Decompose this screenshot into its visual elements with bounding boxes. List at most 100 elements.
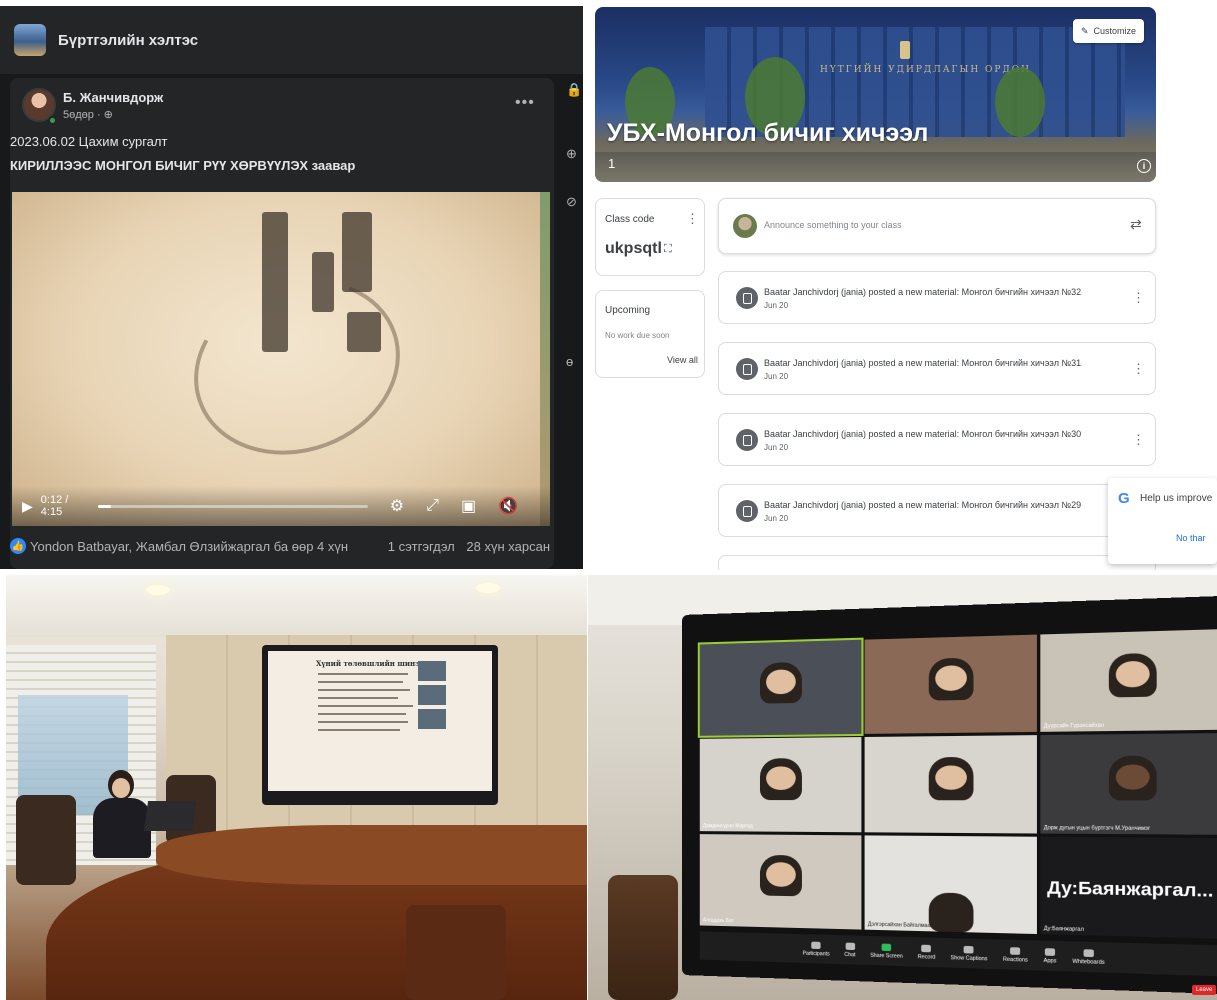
like-icon[interactable]: 👍 [10, 538, 26, 554]
zoom-meeting-photo: Дуурсайн Гүрэнсайхан Дамдинсүрэн Маргад … [588, 575, 1217, 1000]
stream-post[interactable]: Baatar Janchivdorj (jania) posted a new … [718, 342, 1156, 395]
feedback-no-button[interactable]: No thar [1176, 533, 1206, 543]
class-title: УБХ-Монгол бичиг хичээл [607, 119, 929, 147]
toolbar-label: Whiteboards [1072, 958, 1105, 966]
play-icon[interactable]: ▶ [22, 498, 33, 515]
announce-placeholder[interactable]: Announce something to your class [764, 220, 902, 230]
group-title[interactable]: Бүртгэлийн хэлтэс [58, 32, 198, 49]
side-strip: 🔒 ⊕ ⊘ ө [563, 74, 583, 569]
repost-icon[interactable]: ⇄ [1130, 216, 1142, 233]
volume-mute-icon[interactable]: 🔇 [498, 496, 518, 516]
presentation-screen: Хүний төлөвшлийн шинэчлэл [262, 645, 498, 805]
upcoming-card: Upcoming No work due soon View all [595, 290, 705, 378]
slide-text-line [318, 721, 408, 723]
display-screen: Дуурсайн Гүрэнсайхан Дамдинсүрэн Маргад … [682, 594, 1217, 996]
post-counts: 1 сэтгэгдэл 28 хүн харсан [380, 539, 550, 554]
video-thumbnail [418, 661, 446, 681]
video-tile[interactable]: Дорж дугын уцын бүртгэгч М.Уранчимэг [1040, 733, 1217, 835]
announce-box[interactable]: Announce something to your class ⇄ [718, 198, 1156, 254]
video-frame-swirl [169, 251, 425, 483]
lock-icon: 🔒 [566, 82, 583, 97]
video-controls: ▶ 0:12 / 4:15 ⚙ ⤢ ▣ 🔇 [12, 486, 550, 526]
feedback-text: Help us improve [1140, 493, 1213, 504]
comments-count[interactable]: 1 сэтгэгдэл [388, 539, 455, 554]
person-face [112, 778, 130, 798]
share-screen-button[interactable]: Share Screen [870, 943, 903, 959]
class-banner: НҮТГИЙН УДИРДЛАГЫН ОРДОН ✎ Customize УБХ… [595, 7, 1156, 182]
video-thumbnail [418, 685, 446, 705]
ceiling-light [146, 585, 170, 595]
more-options-icon[interactable]: ••• [515, 94, 535, 112]
post-card: Б. Жанчивдорж 5өдөр · ⊕ ••• 2023.06.02 Ц… [10, 78, 554, 569]
apps-button[interactable]: Apps [1043, 947, 1057, 965]
group-avatar[interactable] [14, 24, 46, 56]
more-vert-icon[interactable]: ⋮ [1132, 432, 1145, 448]
video-progress-bar[interactable] [97, 504, 368, 508]
class-section: 1 [608, 156, 616, 171]
post-author[interactable]: Б. Жанчивдорж [63, 90, 163, 105]
photo-collage: Бүртгэлийн хэлтэс 🔒 ⊕ ⊘ ө Б. Жанчивдорж … [0, 0, 1217, 1000]
slide-text-line [318, 729, 400, 731]
slide-text-line [318, 681, 403, 683]
tile-label: Алгадахь Бат [702, 917, 734, 925]
stream-post-partial [718, 555, 1156, 570]
toolbar-label: Reactions [1002, 956, 1028, 964]
material-icon [736, 500, 758, 522]
video-tile[interactable] [864, 735, 1037, 834]
more-vert-icon[interactable]: ⋮ [686, 211, 699, 227]
more-vert-icon[interactable]: ⋮ [1132, 290, 1145, 306]
video-tile[interactable] [697, 637, 864, 739]
toolbar-label: Apps [1043, 957, 1057, 965]
participants-button[interactable]: Participants [803, 941, 830, 957]
room-ceiling [6, 575, 587, 637]
customize-label: Customize [1093, 26, 1137, 36]
stream-post[interactable]: Baatar Janchivdorj (jania) posted a new … [718, 484, 1156, 537]
video-time: 0:12 / 4:15 [40, 494, 69, 518]
video-tile[interactable] [864, 634, 1037, 735]
post-text-line2: КИРИЛЛЭЭС МОНГОЛ БИЧИГ РҮҮ ХӨРВҮҮЛЭХ заа… [10, 158, 356, 173]
slide-text-line [318, 697, 398, 699]
whiteboards-button[interactable]: Whiteboards [1072, 948, 1105, 966]
reaction-names[interactable]: Yondon Batbayar, Жамбал Өлзийжаргал ба ө… [30, 539, 380, 554]
person-body [93, 798, 151, 858]
stream-post[interactable]: Baatar Janchivdorj (jania) posted a new … [718, 271, 1156, 324]
more-vert-icon[interactable]: ⋮ [1132, 361, 1145, 377]
leave-button[interactable]: Leave [1192, 985, 1217, 995]
post-meta: 5өдөр · ⊕ [63, 109, 113, 121]
picture-in-picture-icon[interactable]: ▣ [461, 496, 476, 516]
slide-text-line [318, 705, 413, 707]
fullscreen-expand-icon[interactable]: ⛶ [664, 243, 672, 256]
stream-post[interactable]: Baatar Janchivdorj (jania) posted a new … [718, 413, 1156, 466]
reactions-row: 👍 Yondon Batbayar, Жамбал Өлзийжаргал ба… [10, 538, 550, 554]
slide-text-line [318, 673, 408, 675]
post-text: Baatar Janchivdorj (jania) posted a new … [764, 287, 1082, 297]
toolbar-label: Chat [844, 951, 856, 958]
view-all-link[interactable]: View all [667, 355, 698, 365]
class-code-value: ukpsqtl [605, 240, 662, 257]
video-tile[interactable]: Алгадахь Бат [699, 833, 862, 930]
ceiling-light [476, 583, 500, 593]
video-tile[interactable]: Дуурсайн Гүрэнсайхан [1040, 629, 1217, 733]
customize-button[interactable]: ✎ Customize [1073, 19, 1145, 43]
captions-button[interactable]: Show Captions [950, 945, 987, 962]
settings-gear-icon[interactable]: ⚙ [390, 496, 404, 516]
google-g-icon: G [1118, 490, 1130, 507]
class-code-label: Class code [605, 214, 655, 225]
reactions-button[interactable]: Reactions [1003, 946, 1028, 963]
post-date: Jun 20 [764, 514, 789, 523]
post-text: Baatar Janchivdorj (jania) posted a new … [764, 358, 1082, 368]
info-icon[interactable]: i [1137, 159, 1151, 173]
online-status-icon [48, 116, 57, 125]
group-header: Бүртгэлийн хэлтэс [0, 6, 583, 74]
video-tile[interactable]: Ду:Баянжаргал... Ду:Баянжаргал [1040, 836, 1217, 939]
fullscreen-icon[interactable]: ⤢ [426, 497, 439, 515]
record-button[interactable]: Record [918, 944, 935, 960]
globe-icon: ⊕ [566, 146, 577, 161]
chat-button[interactable]: Chat [844, 942, 855, 958]
table-surface [156, 825, 587, 885]
upcoming-empty: No work due soon [605, 331, 670, 340]
video-tile[interactable]: Дамдинсүрэн Маргад [699, 737, 862, 832]
video-player[interactable]: ▶ 0:12 / 4:15 ⚙ ⤢ ▣ 🔇 [12, 192, 550, 526]
material-icon [736, 358, 758, 380]
video-tile[interactable]: Дэлгэрсайхан Байгалмаа [864, 835, 1037, 935]
